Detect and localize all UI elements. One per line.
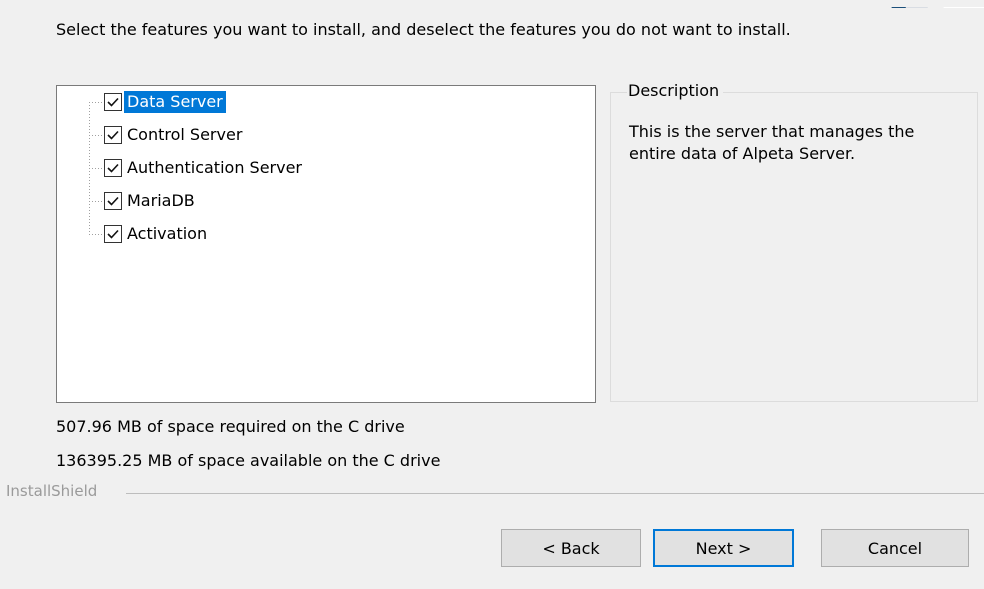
cancel-button[interactable]: Cancel [821,529,969,567]
feature-item[interactable]: Data Server [104,90,226,114]
description-title: Description [627,80,724,102]
check-icon [107,97,119,107]
space-required-text: 507.96 MB of space required on the C dri… [56,417,405,436]
check-icon [107,196,119,206]
footer-divider [126,493,984,494]
description-text: This is the server that manages the enti… [629,122,915,163]
feature-tree[interactable]: Data Server Control Server Authentication … [56,85,596,403]
feature-checkbox[interactable] [104,126,122,144]
header-banner-graphic [834,0,984,8]
feature-item[interactable]: Activation [104,222,210,246]
next-button[interactable]: Next > [653,529,794,567]
feature-checkbox[interactable] [104,225,122,243]
back-button[interactable]: < Back [501,529,641,567]
feature-checkbox[interactable] [104,192,122,210]
feature-checkbox[interactable] [104,93,122,111]
feature-item[interactable]: Control Server [104,123,245,147]
tree-connector-lines [89,102,104,235]
check-icon [107,163,119,173]
check-icon [107,130,119,140]
space-available-text: 136395.25 MB of space available on the C… [56,451,441,470]
feature-label[interactable]: Data Server [124,91,226,113]
feature-label[interactable]: Activation [124,223,210,245]
check-icon [107,229,119,239]
feature-label[interactable]: Authentication Server [124,157,305,179]
feature-label[interactable]: MariaDB [124,190,198,212]
feature-label[interactable]: Control Server [124,124,245,146]
feature-checkbox[interactable] [104,159,122,177]
feature-item[interactable]: Authentication Server [104,156,305,180]
instruction-text: Select the features you want to install,… [56,20,791,39]
installshield-label: InstallShield [6,482,98,500]
feature-item[interactable]: MariaDB [104,189,198,213]
